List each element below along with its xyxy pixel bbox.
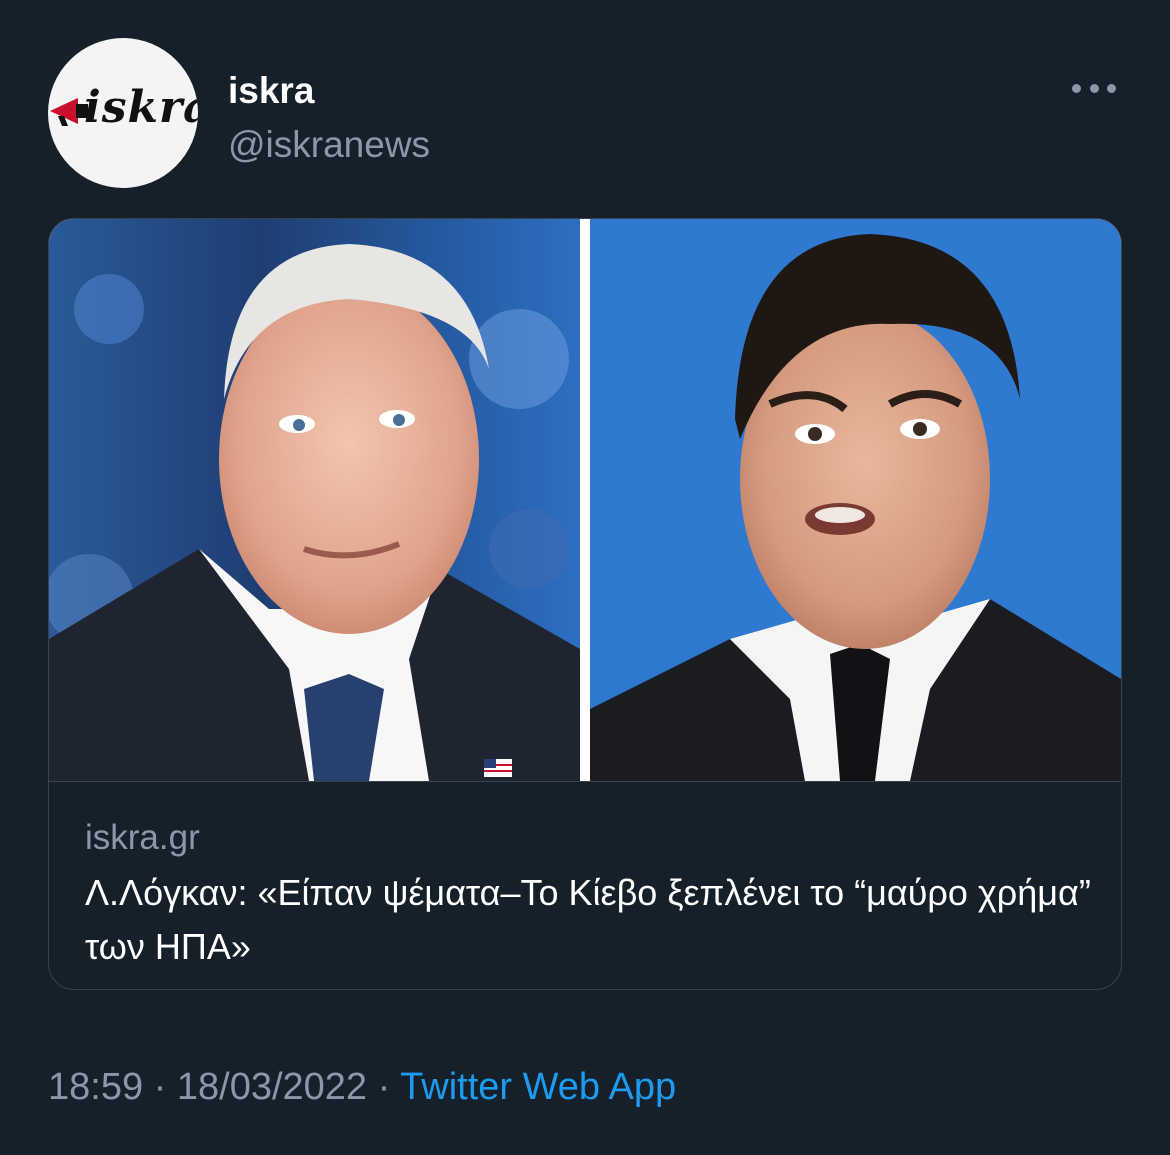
link-card-image[interactable] xyxy=(49,219,1121,781)
tweet-metadata: 18:59 · 18/03/2022 · Twitter Web App xyxy=(48,1066,676,1109)
link-card[interactable]: iskra.gr Λ.Λόγκαν: «Είπαν ψέματα–Το Κίεβ… xyxy=(48,218,1122,990)
image-divider xyxy=(580,219,590,781)
tweet-date[interactable]: 18/03/2022 xyxy=(177,1066,367,1108)
link-card-info[interactable]: iskra.gr Λ.Λόγκαν: «Είπαν ψέματα–Το Κίεβ… xyxy=(49,781,1121,989)
author-handle[interactable]: @iskranews xyxy=(228,124,430,166)
more-dot xyxy=(1107,83,1116,93)
tweet-header: iskra iskra @iskranews xyxy=(48,38,1128,193)
separator: · xyxy=(153,1066,167,1108)
avatar[interactable]: iskra xyxy=(48,38,198,188)
photo-right xyxy=(590,219,1121,781)
photo-left xyxy=(49,219,580,781)
link-title: Λ.Λόγκαν: «Είπαν ψέματα–Το Κίεβο ξεπλένε… xyxy=(85,872,1091,967)
tweet-source-link[interactable]: Twitter Web App xyxy=(400,1066,676,1108)
more-horizontal-icon[interactable] xyxy=(1072,78,1116,98)
tweet-time[interactable]: 18:59 xyxy=(48,1066,143,1108)
more-dot xyxy=(1089,83,1099,93)
separator: · xyxy=(377,1066,391,1108)
link-domain: iskra.gr xyxy=(85,818,200,857)
author-name[interactable]: iskra xyxy=(228,70,314,112)
avatar-logo-text: iskra xyxy=(84,82,198,133)
more-dot xyxy=(1072,83,1081,93)
